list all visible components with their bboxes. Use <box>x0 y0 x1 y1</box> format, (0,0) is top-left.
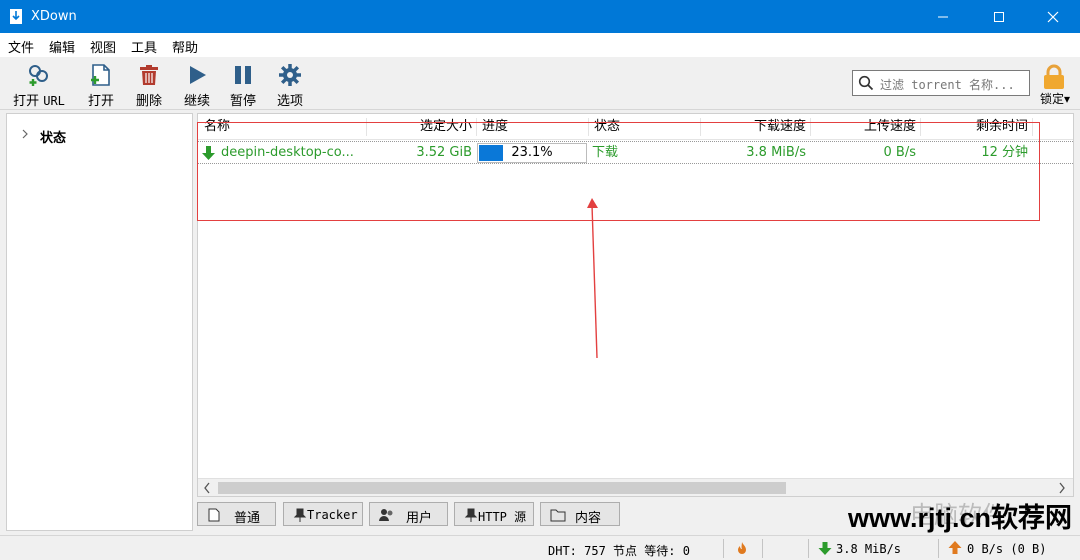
play-icon <box>190 66 206 84</box>
dht-status: DHT: 757 节点 等待: 0 <box>548 544 690 558</box>
sidebar-item-status[interactable]: 状态 <box>40 127 66 146</box>
file-add-icon <box>91 64 110 86</box>
pause-button[interactable]: 暂停 <box>224 61 262 109</box>
title-bar: XDown <box>0 0 1080 33</box>
tab-general[interactable]: 普通 <box>197 502 276 526</box>
annotation-highlight-box <box>197 122 1040 221</box>
sidebar: 状态 <box>6 113 193 531</box>
document-icon <box>208 508 220 522</box>
delete-label: 删除 <box>135 94 162 109</box>
flame-icon[interactable] <box>736 541 748 555</box>
status-upload-speed: 0 B/s (0 B) <box>967 542 1047 556</box>
options-label: 选项 <box>276 94 303 109</box>
resume-label: 继续 <box>183 94 210 109</box>
minimize-button[interactable] <box>920 0 966 33</box>
trash-icon <box>140 65 158 85</box>
users-icon <box>379 509 393 521</box>
tab-peers[interactable]: 用户 <box>369 502 448 526</box>
annotation-arrow <box>587 198 598 359</box>
delete-button[interactable]: 删除 <box>130 61 168 109</box>
search-placeholder: 过滤 torrent 名称... <box>880 78 1015 92</box>
watermark-logo: 电脑软件 www.rjtj.cn软荐网 <box>820 493 1078 533</box>
tab-content[interactable]: 内容 <box>540 502 620 526</box>
minimize-icon <box>938 16 948 18</box>
maximize-icon <box>994 12 1004 22</box>
xdown-logo-icon <box>10 9 22 24</box>
menu-tools[interactable]: 工具 <box>131 37 157 56</box>
menu-help[interactable]: 帮助 <box>172 37 198 56</box>
menu-edit[interactable]: 编辑 <box>49 37 75 56</box>
lock-button[interactable]: 锁定▾ <box>1038 62 1078 108</box>
options-button[interactable]: 选项 <box>271 61 309 109</box>
pause-label: 暂停 <box>229 94 256 109</box>
open-url-button[interactable]: 打开 URL <box>8 61 70 109</box>
maximize-button[interactable] <box>976 0 1022 33</box>
link-add-icon <box>29 65 48 86</box>
pin-icon <box>293 508 307 522</box>
open-url-label-url: URL <box>43 94 65 108</box>
lock-icon <box>1044 64 1064 89</box>
torrent-filter-input[interactable]: 过滤 torrent 名称... <box>852 70 1030 96</box>
open-label: 打开 <box>87 94 114 109</box>
scrollbar-thumb[interactable] <box>218 482 786 494</box>
menu-view[interactable]: 视图 <box>90 37 116 56</box>
menu-bar: 文件 编辑 视图 工具 帮助 <box>0 33 1080 57</box>
pause-icon <box>235 66 251 84</box>
folder-icon <box>550 509 566 522</box>
open-url-label: 打开 <box>13 94 40 109</box>
chevron-right-icon[interactable] <box>21 129 29 139</box>
pin-icon <box>464 508 478 522</box>
menu-file[interactable]: 文件 <box>8 37 34 56</box>
tab-http-sources[interactable]: HTTP 源 <box>454 502 534 526</box>
watermark-text: www.rjtj.cn软荐网 <box>848 503 1073 533</box>
status-bar: DHT: 757 节点 等待: 0 3.8 MiB/s 0 B/s (0 B) <box>0 535 1080 560</box>
scroll-left-icon[interactable] <box>203 482 211 494</box>
tab-tracker[interactable]: Tracker <box>283 502 363 526</box>
close-icon <box>1047 11 1059 23</box>
resume-button[interactable]: 继续 <box>178 61 216 109</box>
upload-speed-icon <box>948 541 962 554</box>
lock-label: 锁定▾ <box>1040 92 1071 106</box>
close-button[interactable] <box>1030 0 1076 33</box>
window-title: XDown <box>31 9 77 24</box>
detail-tabs: 普通 Tracker 用户 HTTP 源 内容 <box>197 502 647 528</box>
gear-icon <box>279 64 301 86</box>
search-icon <box>858 75 874 91</box>
status-download-speed: 3.8 MiB/s <box>836 542 902 556</box>
open-button[interactable]: 打开 <box>82 61 120 109</box>
download-speed-icon <box>818 542 832 555</box>
